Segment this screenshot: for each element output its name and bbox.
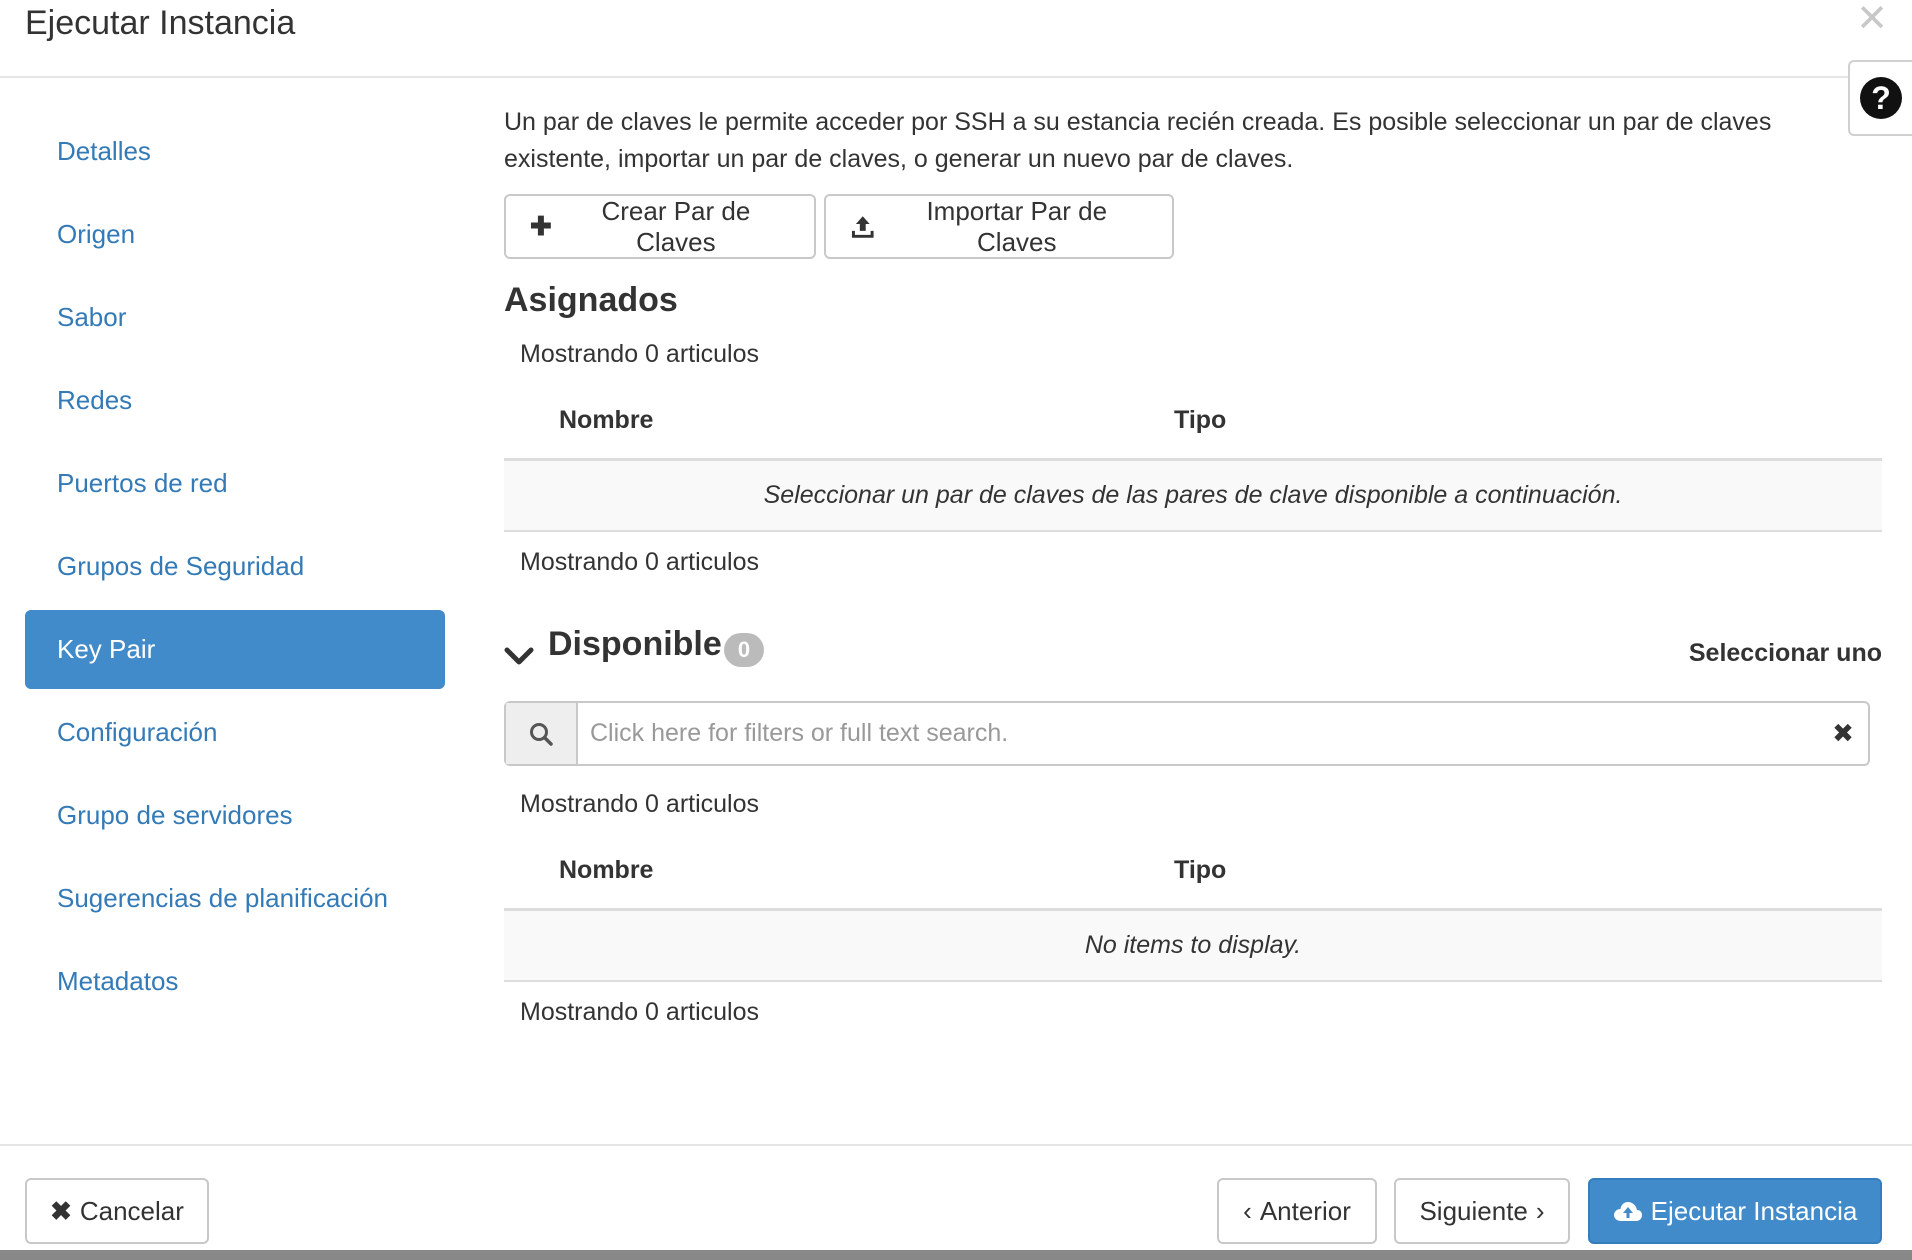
modal-title: Ejecutar Instancia — [25, 4, 296, 42]
available-table: Nombre Tipo No items to display. — [504, 833, 1882, 982]
chevron-right-icon: › — [1535, 1195, 1545, 1226]
nav-item-metadata[interactable]: Metadatos — [25, 942, 445, 1021]
chevron-down-icon[interactable] — [504, 641, 534, 671]
key-pair-step: Un par de claves le permite acceder por … — [504, 104, 1882, 1027]
launch-instance-label: Ejecutar Instancia — [1650, 1195, 1858, 1226]
next-button[interactable]: Siguiente › — [1394, 1178, 1570, 1244]
available-empty-message: No items to display. — [504, 909, 1882, 982]
modal-footer: ✖ Cancelar ‹ Anterior Siguiente › Ejecut… — [0, 1144, 1912, 1260]
cancel-label: Cancelar — [79, 1195, 184, 1226]
column-header-name[interactable]: Nombre — [504, 833, 1174, 911]
nav-item-networks[interactable]: Redes — [25, 361, 445, 440]
assigned-title: Asignados — [504, 281, 678, 319]
close-icon: ✖ — [50, 1195, 72, 1226]
assigned-table: Nombre Tipo Seleccionar un par de claves… — [504, 383, 1882, 532]
window-bottom-edge — [0, 1250, 1912, 1260]
nav-item-scheduler-hints[interactable]: Sugerencias de planificación — [25, 859, 445, 938]
column-header-type[interactable]: Tipo — [1174, 383, 1882, 461]
nav-item-source[interactable]: Origen — [25, 195, 445, 274]
import-key-pair-button[interactable]: Importar Par de Claves — [824, 194, 1174, 259]
chevron-left-icon: ‹ — [1243, 1195, 1252, 1226]
wizard-nav: Detalles Origen Sabor Redes Puertos de r… — [25, 112, 445, 1025]
intro-text: Un par de claves le permite acceder por … — [504, 108, 1772, 173]
previous-label: Anterior — [1259, 1195, 1351, 1226]
nav-item-security-groups[interactable]: Grupos de Seguridad — [25, 527, 445, 606]
table-row: Seleccionar un par de claves de las pare… — [504, 459, 1882, 532]
search-input[interactable] — [578, 703, 1818, 764]
available-count-bottom: Mostrando 0 articulos — [520, 998, 760, 1026]
nav-item-details[interactable]: Detalles — [25, 112, 445, 191]
column-header-name[interactable]: Nombre — [504, 383, 1174, 461]
import-key-pair-label: Importar Par de Claves — [926, 195, 1108, 257]
available-header: Disponible 0 Seleccionar uno — [504, 625, 1882, 685]
select-one-label: Seleccionar uno — [1688, 639, 1882, 667]
available-count-badge: 0 — [724, 633, 764, 667]
clear-search-icon[interactable]: ✖ — [1818, 703, 1868, 764]
previous-button[interactable]: ‹ Anterior — [1217, 1178, 1377, 1244]
action-buttons: ✚ Crear Par de Claves Importar Par de Cl… — [504, 194, 1882, 259]
next-label: Siguiente — [1419, 1195, 1528, 1226]
cloud-upload-icon — [1613, 1202, 1642, 1221]
nav-item-flavor[interactable]: Sabor — [25, 278, 445, 357]
upload-icon — [851, 215, 874, 238]
search-icon — [530, 722, 553, 746]
assigned-count-bottom: Mostrando 0 articulos — [520, 548, 760, 576]
modal-header: Ejecutar Instancia ✕ — [0, 0, 1912, 78]
close-icon[interactable]: ✕ — [1856, 0, 1888, 38]
search-addon — [506, 703, 578, 764]
plus-icon: ✚ — [530, 211, 552, 241]
nav-item-key-pair[interactable]: Key Pair — [25, 610, 445, 689]
launch-instance-button[interactable]: Ejecutar Instancia — [1588, 1178, 1882, 1244]
nav-item-network-ports[interactable]: Puertos de red — [25, 444, 445, 523]
table-row: No items to display. — [504, 909, 1882, 982]
nav-item-configuration[interactable]: Configuración — [25, 693, 445, 772]
assigned-empty-message: Seleccionar un par de claves de las pare… — [504, 459, 1882, 532]
available-count-top: Mostrando 0 articulos — [520, 790, 760, 818]
column-header-type[interactable]: Tipo — [1174, 833, 1882, 911]
search-bar: ✖ — [504, 701, 1870, 766]
nav-item-server-groups[interactable]: Grupo de servidores — [25, 776, 445, 855]
create-key-pair-button[interactable]: ✚ Crear Par de Claves — [504, 194, 816, 259]
create-key-pair-label: Crear Par de Claves — [601, 195, 751, 257]
cancel-button[interactable]: ✖ Cancelar — [25, 1178, 209, 1244]
assigned-count-top: Mostrando 0 articulos — [520, 340, 760, 368]
available-title[interactable]: Disponible — [548, 625, 722, 664]
